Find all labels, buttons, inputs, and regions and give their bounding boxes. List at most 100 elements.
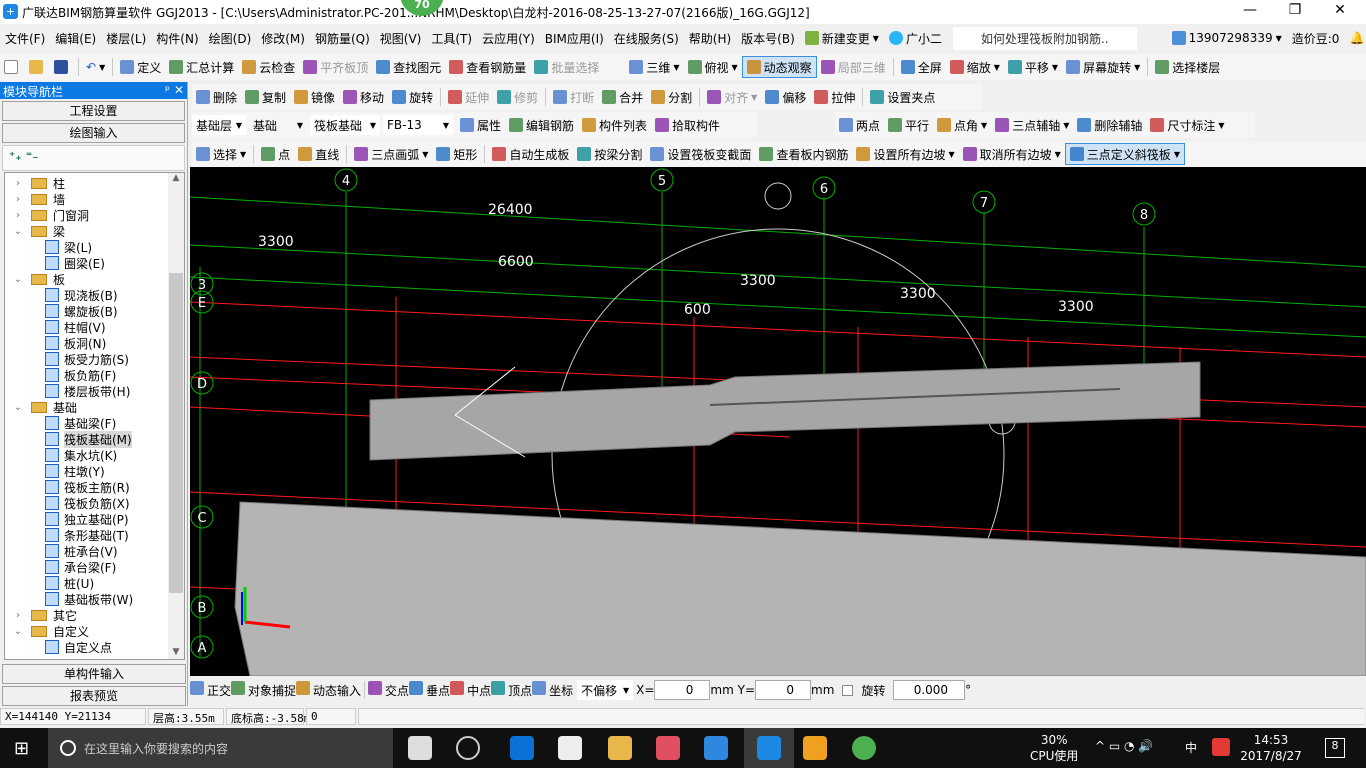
menu-item[interactable]: 文件(F) bbox=[0, 30, 50, 47]
taskbar-app-icon[interactable] bbox=[408, 736, 432, 760]
tree-item-folder[interactable]: ⌄ 自定义 bbox=[5, 623, 184, 639]
rotate-checkbox[interactable] bbox=[842, 684, 854, 696]
toolbar-button[interactable]: 偏移 bbox=[761, 86, 810, 108]
scroll-thumb[interactable] bbox=[169, 273, 183, 593]
toolbar-button[interactable]: 缩放 ▼ bbox=[946, 56, 1004, 78]
toolbar-button[interactable]: 属性 bbox=[456, 114, 505, 136]
toolbar-button[interactable]: 设置筏板变截面 bbox=[646, 143, 755, 165]
toolbar-button[interactable]: 选择楼层 bbox=[1151, 56, 1224, 78]
single-input-button[interactable]: 单构件输入 bbox=[2, 664, 186, 684]
menu-item[interactable]: 修改(M) bbox=[256, 30, 310, 47]
clock[interactable]: 14:53 2017/8/27 bbox=[1236, 732, 1306, 764]
ime-indicator[interactable]: 中 bbox=[1185, 739, 1197, 756]
toolbar-button[interactable]: 垂点 bbox=[409, 681, 450, 699]
tree-item-leaf[interactable]: 板受力筋(S) bbox=[5, 351, 184, 367]
toolbar-button[interactable]: 编辑钢筋 bbox=[505, 114, 578, 136]
toolbar-button[interactable]: 查看板内钢筋 bbox=[755, 143, 852, 165]
menu-item[interactable]: 工具(T) bbox=[426, 30, 477, 47]
toolbar-button[interactable]: 打断 bbox=[549, 86, 598, 108]
tree-item-leaf[interactable]: 板负筋(F) bbox=[5, 367, 184, 383]
toolbar-button[interactable]: 修剪 bbox=[493, 86, 542, 108]
taskbar-app-icon[interactable] bbox=[704, 736, 728, 760]
draw-input-button[interactable]: 绘图输入 bbox=[2, 123, 185, 143]
tree-item-leaf[interactable]: 柱帽(V) bbox=[5, 319, 184, 335]
pin-icon[interactable]: ᵖ bbox=[165, 83, 170, 97]
toolbar-button[interactable]: 设置夹点 bbox=[866, 86, 939, 108]
tree-item-leaf[interactable]: 条形基础(T) bbox=[5, 527, 184, 543]
taskbar-app-icon[interactable] bbox=[656, 736, 680, 760]
tree-item-leaf[interactable]: 基础板带(W) bbox=[5, 591, 184, 607]
assistant-button[interactable]: 广小二 bbox=[884, 30, 947, 47]
toolbar-button[interactable]: 全屏 bbox=[897, 56, 946, 78]
drawing-canvas[interactable]: 4 5 6 7 8 3E D C B A 26400 3300 6600 3300 3300 3300 600 bbox=[190, 167, 1366, 676]
menu-item[interactable]: 云应用(Y) bbox=[477, 30, 540, 47]
menu-item[interactable]: 钢筋量(Q) bbox=[310, 30, 375, 47]
toolbar-button[interactable]: 三点辅轴 ▼ bbox=[991, 114, 1073, 136]
toolbar-button[interactable]: 三点定义斜筏板 ▼ bbox=[1064, 143, 1185, 165]
toolbar-button[interactable]: 延伸 bbox=[444, 86, 493, 108]
tray-icons[interactable]: ^ ▭ ◔ 🔊 bbox=[1095, 739, 1153, 753]
toolbar-button[interactable]: 对象捕捉 bbox=[231, 681, 296, 699]
taskbar-app-icon[interactable] bbox=[456, 736, 480, 760]
menu-item[interactable]: 版本号(B) bbox=[736, 30, 800, 47]
new-change-menu[interactable]: 新建变更 ▼ bbox=[800, 30, 884, 47]
notification-button[interactable]: 8 bbox=[1325, 738, 1345, 758]
tree-item-leaf[interactable]: 板洞(N) bbox=[5, 335, 184, 351]
tree-item-folder[interactable]: › 门窗洞 bbox=[5, 207, 184, 223]
tree-item-leaf[interactable]: 桩承台(V) bbox=[5, 543, 184, 559]
toolbar-button[interactable]: 取消所有边坡 ▼ bbox=[959, 143, 1065, 165]
element-select[interactable]: FB-13 ▼ bbox=[383, 115, 453, 135]
chevron-right-icon[interactable]: › bbox=[11, 194, 25, 205]
y-input[interactable]: 0 bbox=[755, 680, 812, 700]
type-select[interactable]: 筏板基础 ▼ bbox=[310, 115, 380, 135]
tree-item-leaf[interactable]: 自定义点 bbox=[5, 639, 184, 655]
user-account[interactable]: 13907298339 ▼ bbox=[1167, 31, 1287, 45]
toolbar-button[interactable]: 两点 bbox=[835, 114, 884, 136]
tree-item-leaf[interactable]: 梁(L) bbox=[5, 239, 184, 255]
toolbar-button[interactable]: 复制 bbox=[241, 86, 290, 108]
toolbar-button[interactable]: 平行 bbox=[884, 114, 933, 136]
toolbar-button[interactable]: 点 bbox=[257, 143, 294, 165]
toolbar-button[interactable]: 设置所有边坡 ▼ bbox=[852, 143, 958, 165]
toolbar-button[interactable]: 直线 bbox=[294, 143, 343, 165]
save-button[interactable] bbox=[50, 56, 75, 78]
menu-item[interactable]: 楼层(L) bbox=[101, 30, 151, 47]
tree-item-folder[interactable]: ⌄ 板 bbox=[5, 271, 184, 287]
chevron-down-icon[interactable]: ⌄ bbox=[11, 626, 25, 637]
menu-item[interactable]: BIM应用(I) bbox=[540, 30, 609, 47]
edge-icon[interactable] bbox=[510, 736, 534, 760]
angle-input[interactable]: 0.000 bbox=[893, 680, 966, 700]
toolbar-button[interactable]: 移动 bbox=[339, 86, 388, 108]
tree-item-leaf[interactable]: 圈梁(E) bbox=[5, 255, 184, 271]
tree-item-leaf[interactable]: 承台梁(F) bbox=[5, 559, 184, 575]
toolbar-button[interactable]: 动态输入 bbox=[296, 681, 361, 699]
toolbar-button[interactable]: 中点 bbox=[450, 681, 491, 699]
tree-item-folder[interactable]: ⌄ 梁 bbox=[5, 223, 184, 239]
chevron-right-icon[interactable]: › bbox=[11, 178, 25, 189]
toolbar-button[interactable]: 自动生成板 bbox=[488, 143, 573, 165]
menu-item[interactable]: 帮助(H) bbox=[684, 30, 736, 47]
report-preview-button[interactable]: 报表预览 bbox=[2, 686, 186, 706]
toolbar-button[interactable]: 顶点 bbox=[491, 681, 532, 699]
store-icon[interactable] bbox=[558, 736, 582, 760]
taskbar-search[interactable]: 在这里输入你要搜索的内容 bbox=[48, 728, 393, 768]
category-select[interactable]: 基础 ▼ bbox=[249, 115, 307, 135]
tree-item-leaf[interactable]: 筏板主筋(R) bbox=[5, 479, 184, 495]
tree-item-leaf[interactable]: 集水坑(K) bbox=[5, 447, 184, 463]
bell-icon[interactable]: 🔔 bbox=[1344, 31, 1366, 45]
toolbar-button[interactable]: 屏幕旋转 ▼ bbox=[1062, 56, 1144, 78]
tree-item-folder[interactable]: › 墙 bbox=[5, 191, 184, 207]
minimize-button[interactable]: — bbox=[1230, 2, 1270, 22]
explorer-icon[interactable] bbox=[608, 736, 632, 760]
toolbar-button[interactable]: 交点 bbox=[368, 681, 409, 699]
toolbar-button[interactable]: 拉伸 bbox=[810, 86, 859, 108]
sogou-icon[interactable] bbox=[1212, 738, 1230, 756]
toolbar-button[interactable]: 选择 ▼ bbox=[192, 143, 250, 165]
tree-scrollbar[interactable]: ▲ ▼ bbox=[168, 173, 184, 659]
toolbar-button[interactable]: 动态观察 bbox=[741, 56, 817, 78]
toolbar-button[interactable]: 查找图元 bbox=[372, 56, 445, 78]
toolbar-button[interactable]: 删除辅轴 bbox=[1073, 114, 1146, 136]
open-button[interactable] bbox=[25, 56, 50, 78]
menu-item[interactable]: 绘图(D) bbox=[204, 30, 257, 47]
tree-item-leaf[interactable]: 基础梁(F) bbox=[5, 415, 184, 431]
